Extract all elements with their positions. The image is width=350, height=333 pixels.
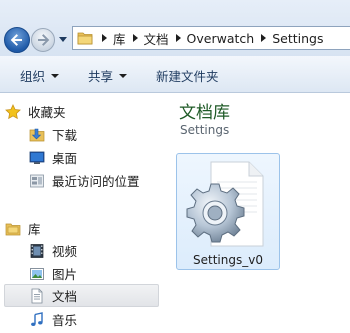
address-bar[interactable]: 库 文档 Overwatch Settings <box>72 26 350 50</box>
forward-button[interactable] <box>31 28 55 52</box>
sidebar-item-label: 桌面 <box>52 151 78 166</box>
star-icon <box>4 103 22 121</box>
sidebar-item-label: 最近访问的位置 <box>52 174 140 189</box>
sidebar-item-label: 视频 <box>52 244 78 259</box>
music-icon <box>28 311 46 329</box>
organize-button[interactable]: 组织 <box>20 66 60 85</box>
forward-arrow-icon <box>38 34 50 46</box>
chevron-down-icon <box>119 73 128 78</box>
recent-pages-dropdown-icon[interactable] <box>59 35 67 43</box>
documents-icon <box>28 287 46 305</box>
organize-label: 组织 <box>20 69 46 84</box>
breadcrumb-item[interactable]: 文档 <box>142 29 171 48</box>
sidebar-item-downloads[interactable]: 下载 <box>28 123 159 146</box>
sidebar-item-desktop[interactable]: 桌面 <box>28 146 159 169</box>
chevron-down-icon <box>51 73 60 78</box>
breadcrumb-arrow-icon[interactable] <box>97 34 111 42</box>
new-folder-button[interactable]: 新建文件夹 <box>156 66 219 85</box>
desktop-icon <box>28 149 46 167</box>
downloads-folder-icon <box>28 126 46 144</box>
navigation-pane: 收藏夹 下载 桌面 最近访问的位置 库 视频 图片 文档 音乐 <box>0 93 162 333</box>
sidebar-item-label: 图片 <box>52 267 78 282</box>
recent-places-icon <box>28 172 46 190</box>
sidebar-item-label: 库 <box>28 222 41 237</box>
command-toolbar: 组织 共享 新建文件夹 <box>0 56 350 93</box>
breadcrumb-arrow-icon[interactable] <box>256 34 270 42</box>
breadcrumb-item[interactable]: 库 <box>111 29 128 48</box>
breadcrumb-item[interactable]: Settings <box>270 31 325 46</box>
share-label: 共享 <box>88 69 114 84</box>
sidebar-item-label: 文档 <box>52 289 78 304</box>
sidebar-item-pictures[interactable]: 图片 <box>28 262 159 285</box>
sidebar-item-label: 收藏夹 <box>28 105 66 120</box>
back-arrow-icon <box>10 34 22 46</box>
sidebar-item-music[interactable]: 音乐 <box>28 308 159 331</box>
breadcrumb-item[interactable]: Overwatch <box>185 31 257 46</box>
sidebar-item-recent-places[interactable]: 最近访问的位置 <box>28 169 159 192</box>
libraries-icon <box>4 220 22 238</box>
sidebar-item-label: 下载 <box>52 128 78 143</box>
library-title: 文档库 <box>179 103 230 123</box>
sidebar-item-label: 音乐 <box>52 313 78 328</box>
sidebar-item-favorites[interactable]: 收藏夹 <box>4 100 159 123</box>
sidebar-item-libraries[interactable]: 库 <box>4 217 159 240</box>
sidebar-item-documents[interactable]: 文档 <box>4 284 159 307</box>
folder-icon <box>77 31 93 45</box>
videos-icon <box>28 242 46 260</box>
back-button[interactable] <box>4 27 30 53</box>
breadcrumb-arrow-icon[interactable] <box>171 34 185 42</box>
pictures-icon <box>28 265 46 283</box>
library-subtitle: Settings <box>180 123 230 137</box>
breadcrumb-arrow-icon[interactable] <box>128 34 142 42</box>
file-item[interactable]: Settings_v0 <box>176 153 280 270</box>
file-list-pane: 文档库 Settings Settings_v0 <box>168 93 350 333</box>
share-button[interactable]: 共享 <box>88 66 128 85</box>
settings-file-icon <box>186 161 264 247</box>
new-folder-label: 新建文件夹 <box>156 69 219 84</box>
sidebar-item-videos[interactable]: 视频 <box>28 239 159 262</box>
file-name: Settings_v0 <box>193 253 263 267</box>
navigation-bar: 库 文档 Overwatch Settings <box>0 0 350 56</box>
